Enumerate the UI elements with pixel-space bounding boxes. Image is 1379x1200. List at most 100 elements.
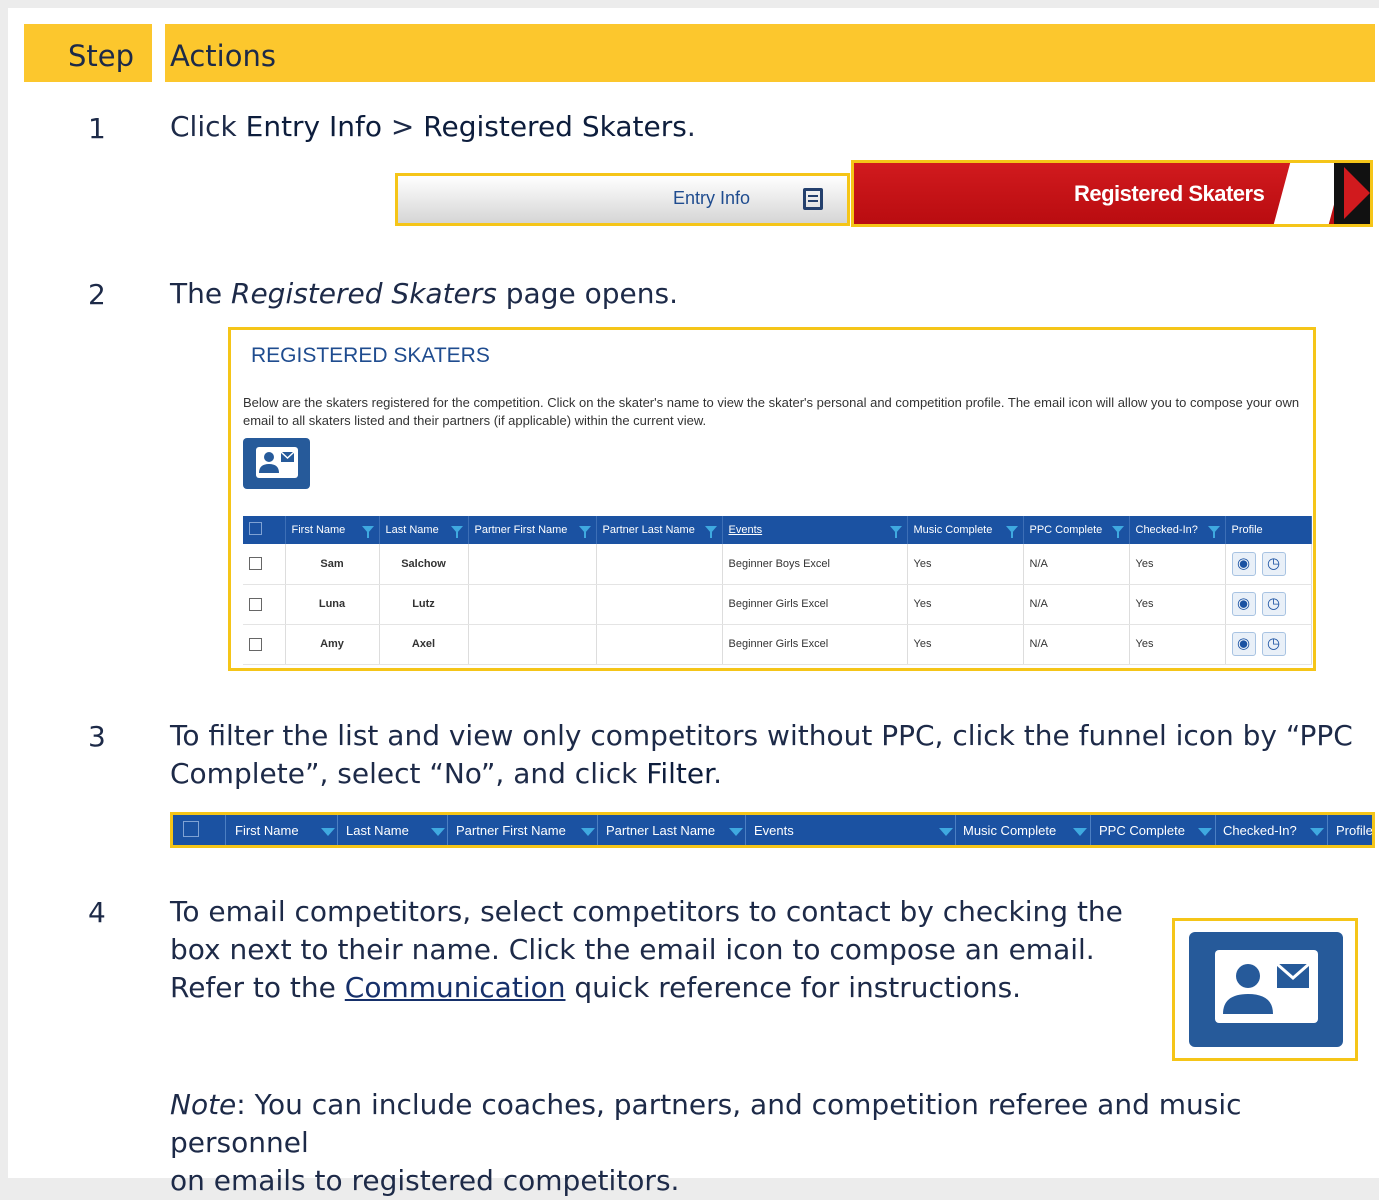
cell-ppc: N/A [1023, 624, 1130, 665]
clock-icon[interactable]: ◷ [1261, 551, 1286, 576]
step-4-line-3-a: Refer to the [170, 971, 345, 1004]
select-all-checkbox[interactable] [249, 522, 262, 535]
cell-first-name[interactable]: Amy [285, 624, 380, 665]
col-partner-last-name[interactable]: Partner Last Name [596, 516, 723, 544]
cell-partner-last [596, 584, 723, 625]
bar-divider [447, 815, 448, 845]
cell-first-name[interactable]: Sam [285, 544, 380, 585]
funnel-icon[interactable] [1198, 828, 1212, 836]
funnel-icon[interactable] [1207, 526, 1220, 538]
step-2-number-cell [24, 266, 152, 694]
step-3-filter-ref: Filter [646, 757, 714, 790]
funnel-icon[interactable] [450, 526, 463, 538]
step-1-text-b: > [382, 110, 424, 143]
step-3-line-2-c: . [713, 757, 722, 790]
bar-col-partner-last-name[interactable]: Partner Last Name [606, 823, 715, 838]
funnel-icon[interactable] [729, 828, 743, 836]
step-2-text: The Registered Skaters page opens. [170, 275, 678, 313]
funnel-icon[interactable] [1073, 828, 1087, 836]
bar-col-events[interactable]: Events [754, 823, 794, 838]
funnel-icon[interactable] [704, 526, 717, 538]
col-first-name[interactable]: First Name [285, 516, 380, 544]
clock-icon[interactable]: ◷ [1261, 632, 1286, 656]
row-select-cell[interactable] [243, 624, 286, 665]
entry-info-menu-item[interactable]: Entry Info [395, 173, 850, 226]
row-select-cell[interactable] [243, 544, 286, 585]
col-ppc-complete[interactable]: PPC Complete [1023, 516, 1130, 544]
email-icon-callout [1172, 918, 1358, 1061]
col-music-complete-label: Music Complete [913, 524, 993, 536]
bar-col-checked-in[interactable]: Checked-In? [1223, 823, 1297, 838]
funnel-icon[interactable] [431, 828, 445, 836]
bar-divider [337, 815, 338, 845]
row-select-cell[interactable] [243, 584, 286, 625]
col-checked-in[interactable]: Checked-In? [1129, 516, 1226, 544]
cell-profile: ◉ ◷ [1225, 584, 1312, 625]
step-1-number: 1 [88, 112, 106, 145]
step-3-line-2-a: Complete”, select “No”, and click [170, 757, 647, 790]
col-music-complete[interactable]: Music Complete [907, 516, 1024, 544]
entry-info-label: Entry Info [673, 188, 751, 208]
communication-link[interactable]: Communication [345, 971, 566, 1004]
bar-col-last-name[interactable]: Last Name [346, 823, 409, 838]
col-last-name-label: Last Name [385, 524, 439, 536]
funnel-icon[interactable] [1310, 828, 1324, 836]
bar-col-first-name[interactable]: First Name [235, 823, 299, 838]
cell-last-name[interactable]: Lutz [379, 584, 469, 625]
email-button-large[interactable] [1189, 932, 1343, 1047]
bar-col-partner-first-name[interactable]: Partner First Name [456, 823, 566, 838]
col-profile: Profile [1225, 516, 1312, 544]
step-1-text-a: Click [170, 110, 246, 143]
col-partner-first-name[interactable]: Partner First Name [468, 516, 597, 544]
calendar-icon [803, 188, 823, 210]
cell-last-name[interactable]: Salchow [379, 544, 469, 585]
clock-icon[interactable]: ◷ [1261, 592, 1286, 616]
row-checkbox[interactable] [249, 557, 262, 571]
funnel-icon[interactable] [1005, 526, 1018, 538]
cell-music: Yes [907, 544, 1024, 585]
cell-partner-last [596, 624, 723, 665]
email-contact-icon [256, 447, 298, 478]
funnel-icon[interactable] [578, 526, 591, 538]
cell-partner-first [468, 624, 597, 665]
step-2-page-name: Registered Skaters [230, 277, 497, 310]
col-events[interactable]: Events [722, 516, 908, 544]
cell-last-name[interactable]: Axel [379, 624, 469, 665]
cell-first-name[interactable]: Luna [285, 584, 380, 625]
cell-checked-in: Yes [1129, 624, 1226, 665]
registered-skaters-label: Registered Skaters [1074, 181, 1265, 206]
funnel-icon[interactable] [361, 526, 374, 538]
select-all-checkbox[interactable] [183, 821, 199, 837]
registered-skaters-menu-item[interactable]: Registered Skaters [851, 160, 1373, 227]
funnel-icon[interactable] [939, 828, 953, 836]
map-pin-icon[interactable]: ◉ [1231, 592, 1256, 616]
step-4-note-line-1: Note: You can include coaches, partners,… [170, 1086, 1370, 1162]
play-arrow-icon [1344, 167, 1370, 219]
table-row: Sam Salchow Beginner Boys Excel Yes N/A … [243, 544, 1312, 585]
note-line-1-text: : You can include coaches, partners, and… [170, 1088, 1242, 1159]
bar-col-music-complete[interactable]: Music Complete [963, 823, 1056, 838]
grid-header-row: First Name Last Name Partner First Name … [243, 516, 1312, 544]
map-pin-icon[interactable]: ◉ [1231, 551, 1256, 576]
email-contact-icon [1215, 950, 1318, 1023]
step-4-line-3: Refer to the Communication quick referen… [170, 969, 1160, 1007]
select-all-header[interactable] [243, 516, 286, 544]
email-button[interactable] [243, 438, 310, 489]
funnel-icon[interactable] [581, 828, 595, 836]
cell-event: Beginner Boys Excel [722, 544, 908, 585]
step-4-line-2: box next to their name. Click the email … [170, 933, 1095, 966]
bar-col-ppc-complete[interactable]: PPC Complete [1099, 823, 1185, 838]
cell-profile: ◉ ◷ [1225, 624, 1312, 665]
funnel-icon[interactable] [1111, 526, 1124, 538]
cell-music: Yes [907, 624, 1024, 665]
col-profile-label: Profile [1231, 524, 1263, 536]
map-pin-icon[interactable]: ◉ [1231, 632, 1256, 656]
row-checkbox[interactable] [249, 597, 262, 611]
cell-event: Beginner Girls Excel [722, 624, 908, 665]
funnel-icon[interactable] [889, 526, 902, 538]
col-last-name[interactable]: Last Name [379, 516, 469, 544]
row-checkbox[interactable] [249, 637, 262, 651]
funnel-icon[interactable] [321, 828, 335, 836]
panel-description: Below are the skaters registered for the… [243, 395, 1300, 428]
step-4-text: To email competitors, select competitors… [170, 893, 1160, 1007]
